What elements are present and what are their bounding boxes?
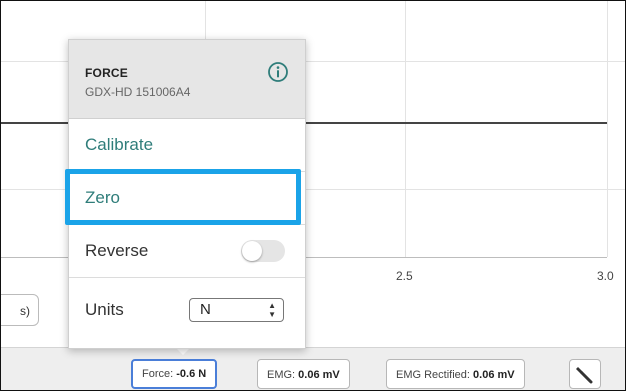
reverse-menu-item: Reverse: [69, 225, 305, 278]
meter-value: 0.06 mV: [473, 369, 515, 381]
emg-meter-chip[interactable]: EMG: 0.06 mV: [257, 359, 350, 389]
calibrate-menu-item[interactable]: Calibrate: [69, 119, 305, 172]
zero-menu-item[interactable]: Zero: [65, 169, 305, 225]
select-arrows-icon: ▲ ▼: [268, 301, 276, 319]
focus-highlight: [65, 169, 301, 225]
info-circle-icon[interactable]: [267, 61, 289, 83]
sensor-id: GDX-HD 151006A4: [85, 85, 191, 99]
units-menu-item: Units N ▲ ▼: [69, 278, 305, 346]
grid-line: [405, 1, 406, 257]
units-value: N: [200, 301, 211, 318]
meter-label: EMG Rectified:: [396, 369, 474, 381]
sensor-meter-bar: Force: -0.6 N EMG: 0.06 mV EMG Rectified…: [1, 347, 625, 390]
sensor-popover: FORCE GDX-HD 151006A4 Calibrate Zero Rev…: [65, 39, 306, 349]
toggle-knob: [242, 241, 262, 261]
meter-label: Force:: [142, 368, 177, 380]
sensor-tools-button[interactable]: [569, 359, 601, 389]
reverse-toggle[interactable]: [241, 240, 285, 262]
meter-value: 0.06 mV: [298, 369, 340, 381]
popover-header: FORCE GDX-HD 151006A4: [69, 40, 305, 119]
sensor-name: FORCE: [85, 66, 128, 80]
app-window: 2.5 3.0 s) Force: -0.6 N EMG: 0.06 mV EM…: [0, 0, 626, 391]
meter-value: -0.6 N: [176, 368, 207, 380]
units-select[interactable]: N ▲ ▼: [189, 298, 284, 322]
units-label: Units: [85, 300, 124, 319]
force-meter-chip[interactable]: Force: -0.6 N: [131, 359, 218, 389]
wrench-icon: [576, 367, 593, 384]
x-tick-label: 3.0: [597, 269, 614, 283]
emg-rectified-meter-chip[interactable]: EMG Rectified: 0.06 mV: [386, 359, 525, 389]
calibrate-label: Calibrate: [85, 135, 154, 154]
meter-label: EMG:: [267, 369, 299, 381]
reverse-label: Reverse: [85, 241, 149, 260]
x-tick-label: 2.5: [396, 269, 413, 283]
grid-line: [607, 1, 608, 257]
partial-button[interactable]: s): [1, 294, 39, 326]
